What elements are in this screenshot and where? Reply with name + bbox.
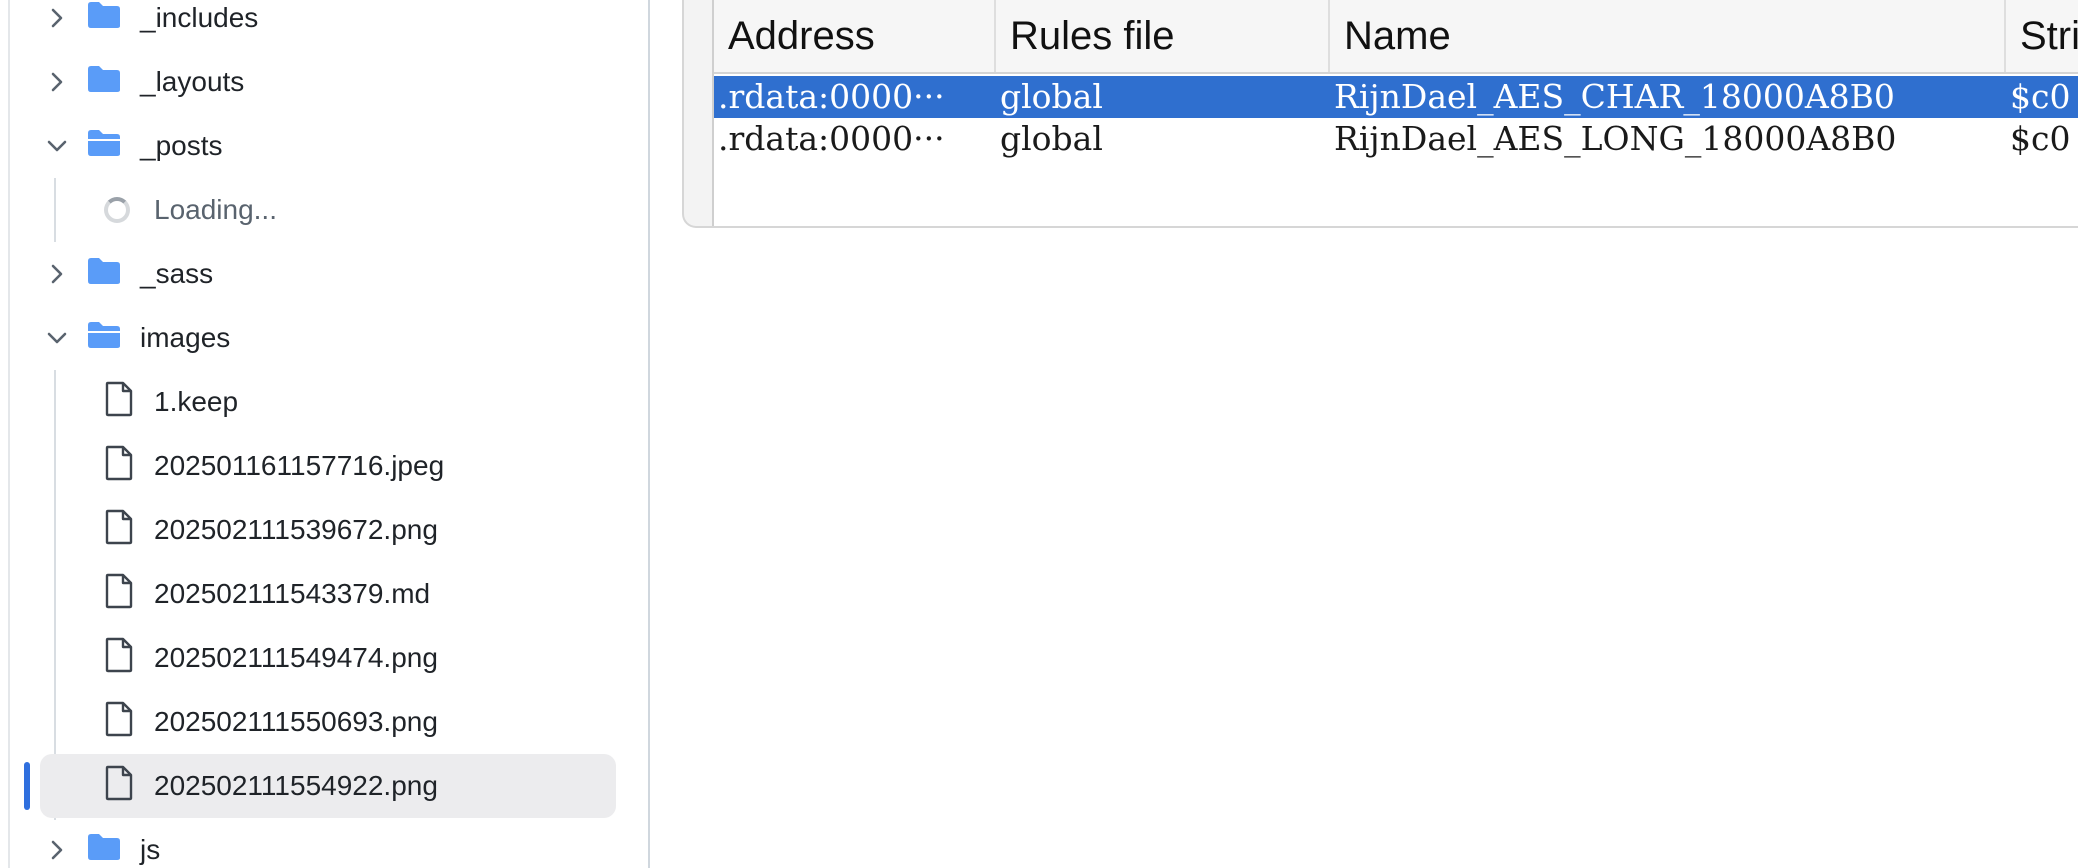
cell-rules-file: global (1000, 119, 1103, 158)
tree-item-label: 202502111549474.png (154, 642, 438, 673)
chevron-right-icon[interactable] (40, 65, 74, 99)
cell-rules-file: global (1000, 77, 1103, 116)
tree-item-label: js (140, 834, 161, 865)
file-icon (40, 509, 154, 552)
loading-label: Loading... (154, 194, 277, 225)
tree-folder-sass[interactable]: _sass (40, 242, 616, 306)
folder-icon (74, 0, 140, 37)
loading-spinner-icon (104, 197, 130, 223)
tree-item-label: 202502111543379.md (154, 578, 431, 609)
tree-file[interactable]: 202502111543379.md (40, 562, 616, 626)
file-icon (40, 765, 154, 808)
tree-item-label: 202502111550693.png (154, 706, 438, 737)
column-header-string[interactable]: Stri (2006, 0, 2078, 72)
tree-folder-posts[interactable]: _posts (40, 114, 616, 178)
table-row-selected[interactable]: .rdata:0000··· global RijnDael_AES_CHAR_… (714, 76, 2078, 118)
cell-string: $c0 (2010, 119, 2071, 158)
folder-open-icon (74, 320, 140, 357)
chevron-down-icon[interactable] (40, 129, 74, 163)
file-icon (40, 573, 154, 616)
cell-address: .rdata:0000··· (718, 77, 945, 116)
file-tree: _includes _layouts _posts Loading... _sa… (0, 0, 650, 868)
tree-edge-line (8, 0, 10, 868)
column-header-name[interactable]: Name (1330, 0, 2006, 72)
results-table: Address Rules file Name Stri .rdata:0000… (712, 0, 2078, 226)
tree-item-label: 202501161157716.jpeg (154, 450, 445, 481)
tree-item-label: 202502111539672.png (154, 514, 438, 545)
tree-file-selected[interactable]: 202502111554922.png (40, 754, 616, 818)
chevron-right-icon[interactable] (40, 257, 74, 291)
tree-item-label: 202502111554922.png (154, 770, 438, 801)
folder-open-icon (74, 128, 140, 165)
folder-icon (74, 832, 140, 868)
cell-address: .rdata:0000··· (718, 119, 945, 158)
file-icon (40, 701, 154, 744)
tree-folder-js[interactable]: js (40, 818, 616, 868)
table-row[interactable]: .rdata:0000··· global RijnDael_AES_LONG_… (714, 118, 2078, 160)
chevron-right-icon[interactable] (40, 833, 74, 867)
tree-item-label: _sass (140, 258, 214, 289)
tree-file[interactable]: 202502111549474.png (40, 626, 616, 690)
chevron-right-icon[interactable] (40, 1, 74, 35)
cell-name: RijnDael_AES_LONG_18000A8B0 (1334, 119, 1897, 158)
tree-file[interactable]: 202502111550693.png (40, 690, 616, 754)
tree-item-label: 1.keep (154, 386, 239, 417)
tree-item-label: images (140, 322, 231, 353)
results-panel: Address Rules file Name Stri .rdata:0000… (682, 0, 2078, 228)
table-header: Address Rules file Name Stri (714, 0, 2078, 74)
tree-folder-images[interactable]: images (40, 306, 616, 370)
chevron-down-icon[interactable] (40, 321, 74, 355)
file-icon (40, 637, 154, 680)
tree-file[interactable]: 202502111539672.png (40, 498, 616, 562)
cell-string: $c0 (2010, 77, 2071, 116)
column-header-rules-file[interactable]: Rules file (996, 0, 1330, 72)
tree-item-label: _posts (140, 130, 223, 161)
tree-item-label: _includes (140, 2, 259, 33)
tree-file[interactable]: 202501161157716.jpeg (40, 434, 616, 498)
folder-icon (74, 64, 140, 101)
tree-loading-row: Loading... (40, 178, 616, 242)
tree-folder-layouts[interactable]: _layouts (40, 50, 616, 114)
file-icon (40, 381, 154, 424)
selection-indicator (24, 762, 30, 810)
folder-icon (74, 256, 140, 293)
tree-item-label: _layouts (140, 66, 245, 97)
tree-file[interactable]: 1.keep (40, 370, 616, 434)
cell-name: RijnDael_AES_CHAR_18000A8B0 (1334, 77, 1895, 116)
column-header-address[interactable]: Address (714, 0, 996, 72)
tree-folder-includes[interactable]: _includes (40, 0, 616, 50)
file-icon (40, 445, 154, 488)
